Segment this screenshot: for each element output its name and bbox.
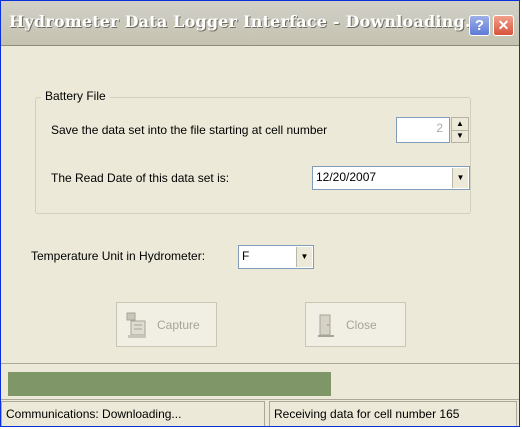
battery-file-group: [35, 97, 471, 214]
close-window-button[interactable]: ✕: [493, 15, 514, 36]
battery-file-group-title: Battery File: [41, 89, 110, 103]
cell-number-spinner[interactable]: ▲ ▼: [451, 117, 469, 143]
temperature-unit-select[interactable]: F ▼: [238, 245, 314, 269]
cell-receive-status: Receiving data for cell number 165: [269, 401, 517, 426]
cell-number-label: Save the data set into the file starting…: [51, 123, 328, 137]
communications-status: Communications: Downloading...: [1, 401, 265, 426]
help-button[interactable]: ?: [469, 15, 490, 36]
close-button-label: Close: [346, 318, 377, 332]
cell-number-input[interactable]: 2: [396, 117, 450, 143]
capture-icon: [126, 312, 146, 338]
window-title: Hydrometer Data Logger Interface - Downl…: [9, 12, 483, 31]
spin-down-icon[interactable]: ▼: [452, 130, 468, 142]
read-date-select[interactable]: 12/20/2007 ▼: [312, 166, 470, 190]
dialog-window: Hydrometer Data Logger Interface - Downl…: [0, 0, 520, 427]
read-date-value: 12/20/2007: [316, 170, 377, 184]
progress-fill: [8, 372, 331, 396]
download-progress-bar: [1, 363, 519, 399]
read-date-label: The Read Date of this data set is:: [51, 171, 230, 185]
close-button[interactable]: Close: [305, 302, 406, 347]
capture-button-label: Capture: [157, 318, 200, 332]
temperature-unit-label: Temperature Unit in Hydrometer:: [31, 249, 206, 263]
capture-button[interactable]: Capture: [116, 302, 217, 347]
chevron-down-icon[interactable]: ▼: [452, 168, 468, 188]
cell-number-value: 2: [436, 121, 443, 135]
chevron-down-icon[interactable]: ▼: [296, 247, 312, 267]
status-bar: Communications: Downloading... Receiving…: [1, 399, 519, 426]
temperature-unit-value: F: [242, 249, 250, 263]
door-icon: [318, 314, 334, 337]
title-bar[interactable]: Hydrometer Data Logger Interface - Downl…: [1, 1, 519, 46]
